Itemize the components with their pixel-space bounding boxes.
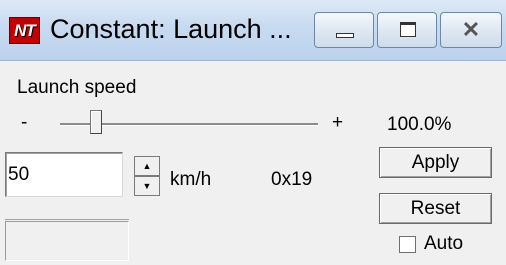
close-icon: ✕ [461, 17, 481, 42]
title-bar[interactable]: NT Constant: Launch ... ✕ [0, 0, 506, 61]
close-button[interactable]: ✕ [440, 12, 502, 48]
nt-app-icon[interactable]: NT [9, 17, 40, 44]
speed-value-field[interactable] [6, 153, 122, 196]
minimize-button[interactable] [314, 12, 374, 48]
apply-button[interactable]: Apply [379, 147, 492, 178]
speed-slider-thumb[interactable] [90, 110, 103, 134]
app-icon-text: NT [14, 21, 36, 40]
spin-down-button[interactable]: ▼ [134, 176, 160, 196]
chevron-down-icon: ▼ [142, 181, 152, 191]
reset-button[interactable]: Reset [379, 193, 492, 224]
unit-label: km/h [170, 169, 212, 190]
slider-min-label: - [21, 112, 28, 133]
launch-speed-label: Launch speed [17, 77, 137, 98]
minimize-icon [336, 33, 354, 38]
maximize-button[interactable] [377, 12, 437, 48]
disabled-field [5, 221, 129, 261]
spin-up-button[interactable]: ▲ [134, 156, 160, 176]
auto-label: Auto [424, 233, 464, 254]
maximize-icon [400, 22, 416, 37]
hex-value-label: 0x19 [271, 169, 313, 190]
chevron-up-icon: ▲ [142, 161, 152, 171]
percent-readout: 100.0% [387, 114, 452, 135]
speed-value-input[interactable] [5, 152, 123, 197]
window-title: Constant: Launch ... [50, 14, 292, 44]
slider-max-label: + [332, 112, 344, 133]
auto-checkbox[interactable] [399, 236, 416, 253]
